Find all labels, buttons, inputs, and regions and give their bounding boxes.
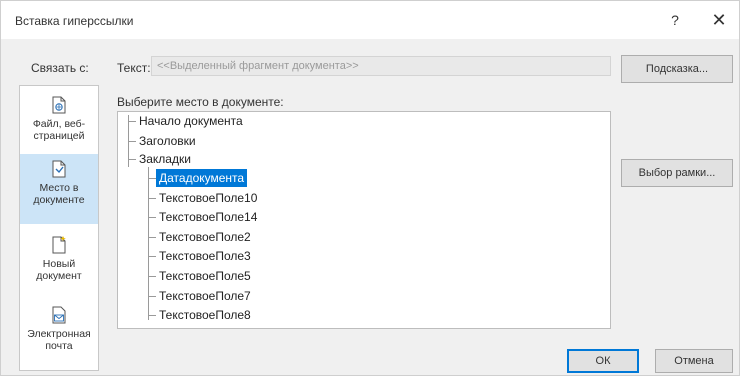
dialog-title: Вставка гиперссылки <box>15 14 134 28</box>
insert-hyperlink-dialog: Вставка гиперссылки ? ✕ Связать с: Текст… <box>0 0 740 376</box>
link-to-sidebar: Файл, веб-страницей Место в документе Но… <box>19 85 99 371</box>
sidebar-item-label: Электронная почта <box>27 328 91 352</box>
file-web-icon <box>52 96 66 114</box>
link-to-email[interactable]: Электронная почта <box>20 300 98 370</box>
document-places-tree[interactable]: Начало документа Заголовки Закладки Датадок… <box>117 111 611 329</box>
text-label: Текст: <box>117 61 151 75</box>
sidebar-item-label: Новый документ <box>36 258 82 282</box>
sidebar-item-label: Файл, веб-страницей <box>32 118 86 142</box>
email-icon <box>52 306 66 324</box>
tree-bookmark-item[interactable]: ТекстовоеПоле2 <box>156 228 254 246</box>
link-to-place-in-document[interactable]: Место в документе <box>20 154 98 224</box>
new-document-icon <box>52 236 66 254</box>
tree-bookmark-item[interactable]: Датадокумента <box>156 169 248 187</box>
close-button[interactable]: ✕ <box>707 8 731 32</box>
ok-button[interactable]: ОК <box>567 349 639 373</box>
tree-bookmark-item[interactable]: ТекстовоеПоле8 <box>156 306 254 324</box>
link-to-label: Связать с: <box>31 61 89 75</box>
tree-bookmark-item[interactable]: ТекстовоеПоле5 <box>156 267 254 285</box>
tree-bookmark-item[interactable]: ТекстовоеПоле10 <box>156 189 260 207</box>
display-text-input[interactable]: <<Выделенный фрагмент документа>> <box>151 56 611 76</box>
tree-category-item[interactable]: Заголовки <box>136 132 199 150</box>
screen-tip-button[interactable]: Подсказка... <box>621 55 733 83</box>
tree-bookmark-item[interactable]: ТекстовоеПоле14 <box>156 208 260 226</box>
target-frame-button[interactable]: Выбор рамки... <box>621 159 733 187</box>
help-button[interactable]: ? <box>665 10 685 30</box>
tree-bookmark-item[interactable]: ТекстовоеПоле7 <box>156 287 254 305</box>
place-in-document-icon <box>52 160 66 178</box>
sidebar-item-label: Место в документе <box>33 182 85 206</box>
tree-category-item[interactable]: Начало документа <box>136 112 246 130</box>
select-place-label: Выберите место в документе: <box>117 95 284 109</box>
tree-category-item[interactable]: Закладки <box>136 150 194 168</box>
tree-bookmark-item[interactable]: ТекстовоеПоле3 <box>156 247 254 265</box>
cancel-button[interactable]: Отмена <box>655 349 733 373</box>
link-to-new-document[interactable]: Новый документ <box>20 230 98 300</box>
title-bar: Вставка гиперссылки ? ✕ <box>1 1 739 39</box>
link-to-file-web[interactable]: Файл, веб-страницей <box>20 90 98 160</box>
